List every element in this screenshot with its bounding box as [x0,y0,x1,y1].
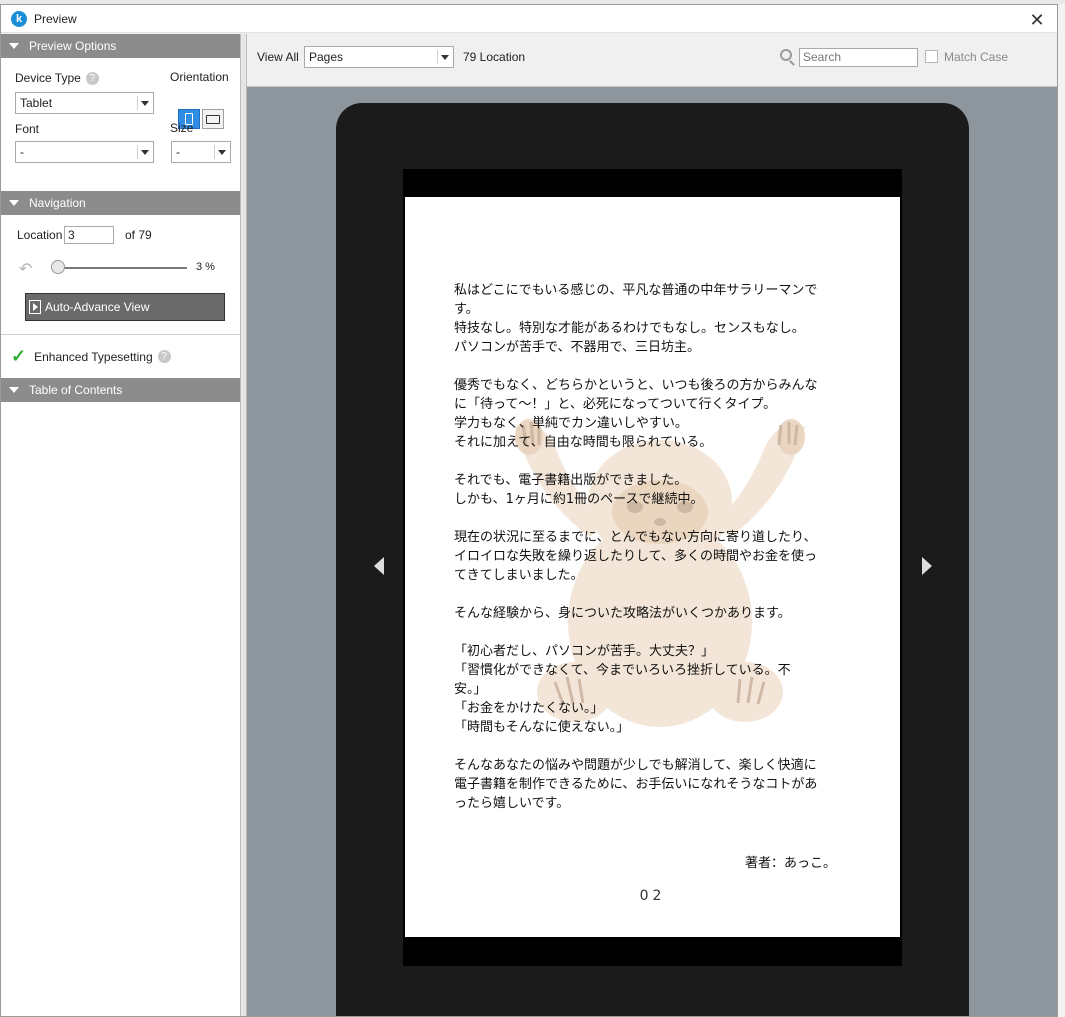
help-icon[interactable]: ? [85,72,99,86]
preview-options-section: Device Type? Orientation Tablet Font Siz… [1,58,240,191]
page-body-text: 私はどこにでもいる感じの、平凡な普通の中年サラリーマンで す。 特技なし。特別な… [454,283,818,811]
location-slider-track[interactable] [53,267,187,269]
match-case-label: Match Case [944,50,1009,64]
undo-icon[interactable]: ↶ [19,259,32,278]
view-mode-value: Pages [309,50,344,64]
font-label: Font [15,122,40,136]
location-count: 79 Location [463,50,526,64]
previous-page-arrow-icon[interactable] [374,557,384,575]
preview-options-header[interactable]: Preview Options [1,34,240,58]
enhanced-typesetting-label: Enhanced Typesetting [34,349,153,364]
location-input[interactable]: 3 [64,226,114,244]
orientation-label: Orientation [170,70,229,84]
chevron-down-icon [437,50,451,64]
book-page: 私はどこにでもいる感じの、平凡な普通の中年サラリーマンで す。 特技なし。特別な… [405,197,900,937]
window-title: Preview [34,11,77,26]
navigation-section: Location 3 of 79 ↶ 3 % Auto-Advance View [1,215,240,335]
navigation-title: Navigation [29,196,86,210]
match-case-checkbox[interactable] [925,50,938,63]
location-label: Location [17,228,63,242]
preview-window: k Preview ✕ Preview Options Device Type?… [0,4,1058,1017]
tablet-screen: 私はどこにでもいる感じの、平凡な普通の中年サラリーマンで す。 特技なし。特別な… [403,169,902,966]
search-icon [780,49,792,61]
view-all-label: View All [257,50,299,64]
auto-advance-label: Auto-Advance View [45,300,150,314]
location-slider-thumb[interactable] [51,260,66,274]
title-bar: k Preview ✕ [1,5,1057,33]
tablet-device-frame: 私はどこにでもいる感じの、平凡な普通の中年サラリーマンで す。 特技なし。特別な… [336,103,969,1016]
size-label: Size [170,121,194,135]
left-panel: Preview Options Device Type? Orientation… [1,34,241,1016]
landscape-button[interactable] [202,109,224,129]
author-credit: 著者：あっこ。 [744,856,836,871]
table-of-contents-header[interactable]: Table of Contents [1,378,240,402]
kindle-app-icon: k [11,10,27,27]
chevron-down-icon [214,145,228,159]
preview-toolbar: View All Pages 79 Location Search Match … [247,34,1057,87]
font-select[interactable]: - [15,141,154,163]
collapse-triangle-icon [9,43,19,49]
enhanced-typesetting-row: ✓ Enhanced Typesetting ? [1,335,240,378]
play-icon [29,300,41,314]
window-content: Preview Options Device Type? Orientation… [1,34,1057,1016]
preview-options-title: Preview Options [29,39,117,53]
close-icon: ✕ [1029,9,1045,31]
auto-advance-view-button[interactable]: Auto-Advance View [25,293,225,321]
location-total: of 79 [125,228,152,242]
search-input[interactable]: Search [799,48,918,67]
size-value: - [176,145,180,159]
table-of-contents-title: Table of Contents [29,383,123,397]
progress-percent: 3 % [196,261,215,273]
device-type-label-text: Device Type [15,71,81,85]
preview-area: View All Pages 79 Location Search Match … [247,34,1057,1016]
close-button[interactable]: ✕ [1025,9,1049,31]
page-number: 02 [639,888,666,904]
chevron-down-icon [137,96,151,110]
font-value: - [20,145,24,159]
help-icon[interactable]: ? [157,350,171,363]
next-page-arrow-icon[interactable] [922,557,932,575]
collapse-triangle-icon [9,200,19,206]
chevron-down-icon [137,145,151,159]
device-type-select[interactable]: Tablet [15,92,154,114]
landscape-icon [206,114,220,124]
device-type-label: Device Type? [15,71,99,86]
desktop-background-right [1057,4,1065,1017]
checkmark-icon: ✓ [11,346,27,366]
navigation-header[interactable]: Navigation [1,191,240,215]
collapse-triangle-icon [9,387,19,393]
view-mode-select[interactable]: Pages [304,46,454,68]
device-type-value: Tablet [20,96,53,110]
size-select[interactable]: - [171,141,231,163]
